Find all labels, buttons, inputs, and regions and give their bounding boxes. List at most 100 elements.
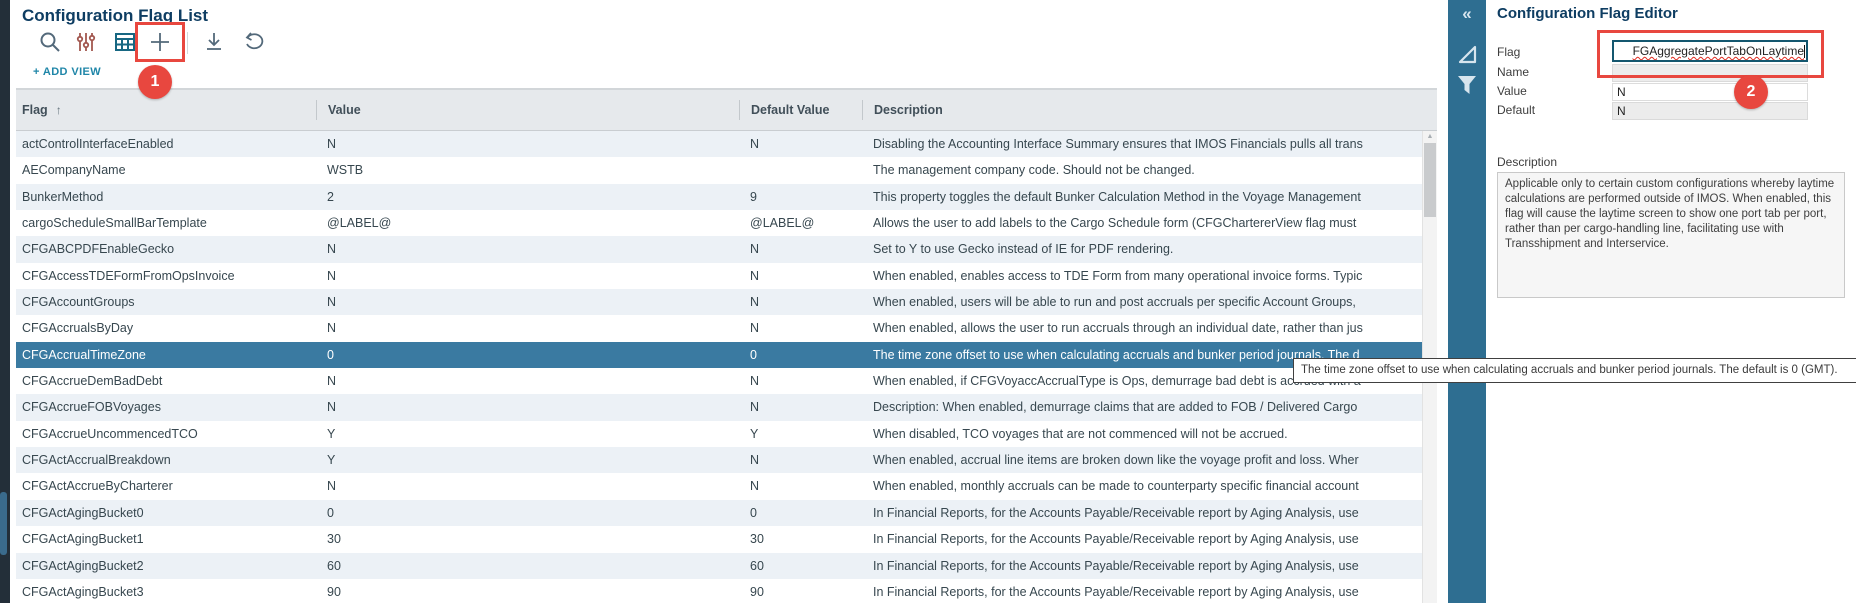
cell-value: N <box>316 473 739 499</box>
cell-value: 2 <box>316 184 739 210</box>
grid-icon[interactable] <box>113 30 137 54</box>
editor-side-toolbar: « <box>1448 0 1486 603</box>
cell-default-value: N <box>739 131 862 157</box>
search-icon[interactable] <box>38 30 62 54</box>
default-field-label: Default <box>1497 103 1535 117</box>
table-row[interactable]: CFGActAccrualBreakdownYNWhen enabled, ac… <box>16 447 1437 473</box>
cell-value: Y <box>316 421 739 447</box>
cell-value: WSTB <box>316 157 739 183</box>
column-header-flag[interactable]: Flag ↑ <box>16 90 316 130</box>
name-field-label: Name <box>1497 65 1529 79</box>
table-row[interactable]: AECompanyNameWSTBThe management company … <box>16 157 1437 183</box>
cell-flag: CFGAccrueUncommencedTCO <box>16 421 316 447</box>
column-header-description[interactable]: Description <box>862 90 1437 130</box>
cell-value: N <box>316 263 739 289</box>
add-view-link[interactable]: + ADD VIEW <box>33 66 101 78</box>
cell-default-value: N <box>739 394 862 420</box>
filter-funnel-icon[interactable] <box>1448 72 1486 98</box>
cell-default-value: N <box>739 368 862 394</box>
cell-value: 30 <box>316 526 739 552</box>
left-edge-bar <box>0 0 10 603</box>
column-divider <box>862 100 863 120</box>
flag-table: Flag ↑ Value Default Value Description a… <box>16 88 1437 603</box>
table-row[interactable]: CFGAccrueFOBVoyagesNNDescription: When e… <box>16 394 1437 420</box>
cell-default-value: N <box>739 263 862 289</box>
column-header-value[interactable]: Value <box>316 90 739 130</box>
cell-default-value: 90 <box>739 579 862 603</box>
table-row[interactable]: CFGAccountGroupsNNWhen enabled, users wi… <box>16 289 1437 315</box>
pointer-triangle-icon[interactable] <box>1448 42 1486 66</box>
table-row[interactable]: CFGABCPDFEnableGeckoNNSet to Y to use Ge… <box>16 236 1437 262</box>
cell-description: This property toggles the default Bunker… <box>862 184 1437 210</box>
cell-description: When disabled, TCO voyages that are not … <box>862 421 1437 447</box>
cell-flag: cargoScheduleSmallBarTemplate <box>16 210 316 236</box>
description-textarea[interactable]: Applicable only to certain custom config… <box>1497 172 1845 298</box>
cell-value: N <box>316 289 739 315</box>
cell-flag: BunkerMethod <box>16 184 316 210</box>
collapse-panel-icon[interactable]: « <box>1448 4 1486 24</box>
cell-flag: CFGActAccrualBreakdown <box>16 447 316 473</box>
table-row[interactable]: CFGActAgingBucket000In Financial Reports… <box>16 500 1437 526</box>
cell-flag: CFGAccessTDEFormFromOpsInvoice <box>16 263 316 289</box>
app-window: Configuration Flag List <box>0 0 1856 603</box>
cell-description: In Financial Reports, for the Accounts P… <box>862 526 1437 552</box>
reset-undo-icon[interactable] <box>242 30 266 54</box>
table-row[interactable]: CFGAccrualTimeZone00The time zone offset… <box>16 342 1437 368</box>
annotation-box-step1 <box>135 22 185 62</box>
cell-default-value: N <box>739 315 862 341</box>
cell-flag: CFGAccountGroups <box>16 289 316 315</box>
cell-default-value: 9 <box>739 184 862 210</box>
cell-description: Disabling the Accounting Interface Summa… <box>862 131 1437 157</box>
table-row[interactable]: CFGAccessTDEFormFromOpsInvoiceNNWhen ena… <box>16 263 1437 289</box>
cell-description: In Financial Reports, for the Accounts P… <box>862 579 1437 603</box>
cell-value: @LABEL@ <box>316 210 739 236</box>
table-row[interactable]: cargoScheduleSmallBarTemplate@LABEL@@LAB… <box>16 210 1437 236</box>
cell-description: The management company code. Should not … <box>862 157 1437 183</box>
table-row[interactable]: actControlInterfaceEnabledNNDisabling th… <box>16 131 1437 157</box>
table-row[interactable]: CFGAccrueUncommencedTCOYYWhen disabled, … <box>16 421 1437 447</box>
cell-flag: CFGAccrueDemBadDebt <box>16 368 316 394</box>
cell-flag: CFGActAgingBucket2 <box>16 553 316 579</box>
cell-description: Set to Y to use Gecko instead of IE for … <box>862 236 1437 262</box>
cell-flag: CFGAccrueFOBVoyages <box>16 394 316 420</box>
table-row[interactable]: CFGAccrualsByDayNNWhen enabled, allows t… <box>16 315 1437 341</box>
scrollbar-thumb[interactable] <box>1424 143 1436 217</box>
table-row[interactable]: BunkerMethod29This property toggles the … <box>16 184 1437 210</box>
cell-value: 0 <box>316 500 739 526</box>
cell-default-value <box>739 157 862 183</box>
cell-value: Y <box>316 447 739 473</box>
cell-value: N <box>316 368 739 394</box>
cell-flag: CFGAccrualsByDay <box>16 315 316 341</box>
cell-default-value: N <box>739 289 862 315</box>
left-edge-indicator <box>0 492 7 555</box>
annotation-badge-1: 1 <box>138 65 172 99</box>
cell-description: When enabled, accrual line items are bro… <box>862 447 1437 473</box>
table-row[interactable]: CFGAccrueDemBadDebtNNWhen enabled, if CF… <box>16 368 1437 394</box>
cell-flag: CFGABCPDFEnableGecko <box>16 236 316 262</box>
column-divider <box>739 100 740 120</box>
cell-value: N <box>316 394 739 420</box>
value-input[interactable]: N <box>1612 83 1808 101</box>
table-row[interactable]: CFGActAgingBucket39090In Financial Repor… <box>16 579 1437 603</box>
table-row[interactable]: CFGActAgingBucket26060In Financial Repor… <box>16 553 1437 579</box>
table-row[interactable]: CFGActAccrueByChartererNNWhen enabled, m… <box>16 473 1437 499</box>
cell-description: When enabled, monthly accruals can be ma… <box>862 473 1437 499</box>
value-field-label: Value <box>1497 84 1527 98</box>
cell-default-value: Y <box>739 421 862 447</box>
scroll-up-arrow[interactable]: ▲ <box>1423 132 1437 142</box>
cell-default-value: N <box>739 447 862 473</box>
table-header-row: Flag ↑ Value Default Value Description <box>16 88 1437 131</box>
cell-default-value: 60 <box>739 553 862 579</box>
description-field-label: Description <box>1497 155 1557 169</box>
cell-description: When enabled, users will be able to run … <box>862 289 1437 315</box>
cell-flag: CFGActAgingBucket0 <box>16 500 316 526</box>
export-download-icon[interactable] <box>202 30 226 54</box>
config-flag-list-panel: Configuration Flag List <box>10 0 1447 603</box>
filter-sliders-icon[interactable] <box>74 30 98 54</box>
flag-field-label: Flag <box>1497 45 1520 59</box>
cell-description: When enabled, allows the user to run acc… <box>862 315 1437 341</box>
cell-description: When enabled, enables access to TDE Form… <box>862 263 1437 289</box>
column-header-default-value[interactable]: Default Value <box>739 90 862 130</box>
table-row[interactable]: CFGActAgingBucket13030In Financial Repor… <box>16 526 1437 552</box>
annotation-box-step2 <box>1597 30 1824 78</box>
